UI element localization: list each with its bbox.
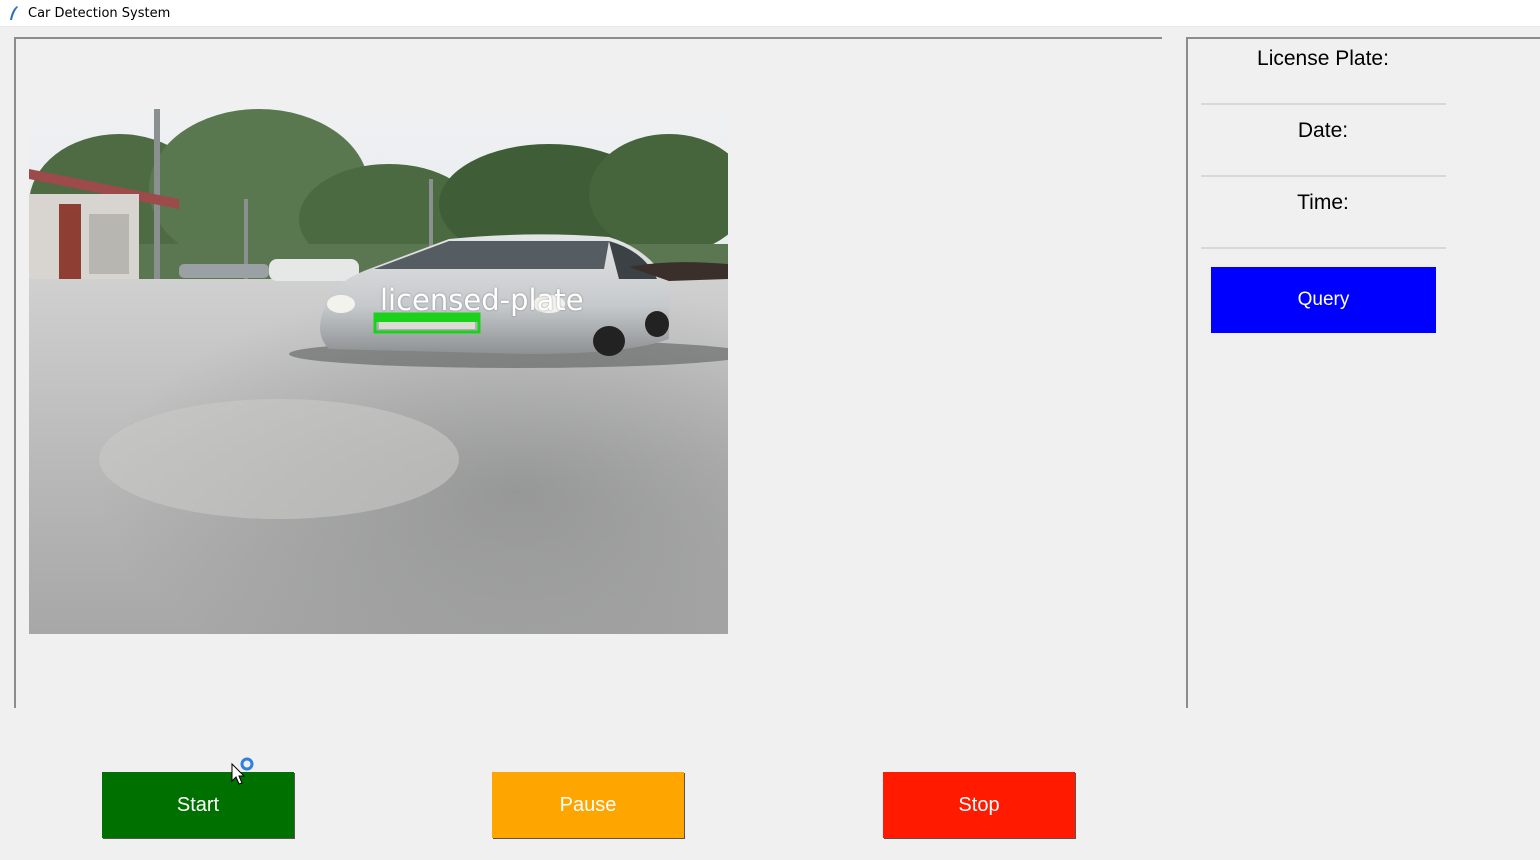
date-label: Date: — [1297, 119, 1349, 142]
date-field[interactable] — [1201, 151, 1446, 177]
feather-icon — [10, 6, 18, 20]
license-plate-field[interactable] — [1201, 79, 1446, 105]
info-panel: License Plate: Date: Time: Query — [1186, 37, 1540, 708]
camera-feed-image — [29, 109, 728, 634]
pause-button[interactable]: Pause — [492, 772, 684, 838]
window-title: Car Detection System — [28, 5, 171, 21]
time-field[interactable] — [1201, 223, 1446, 249]
title-bar: Car Detection System — [0, 0, 1540, 27]
stop-button[interactable]: Stop — [883, 772, 1075, 838]
busy-cursor-icon — [231, 757, 254, 785]
start-button[interactable]: Start — [102, 772, 294, 838]
license-plate-label: License Plate: — [1257, 47, 1389, 70]
time-label: Time: — [1297, 191, 1349, 214]
detection-label: licensed-plate — [380, 283, 584, 317]
query-button[interactable]: Query — [1211, 267, 1436, 333]
